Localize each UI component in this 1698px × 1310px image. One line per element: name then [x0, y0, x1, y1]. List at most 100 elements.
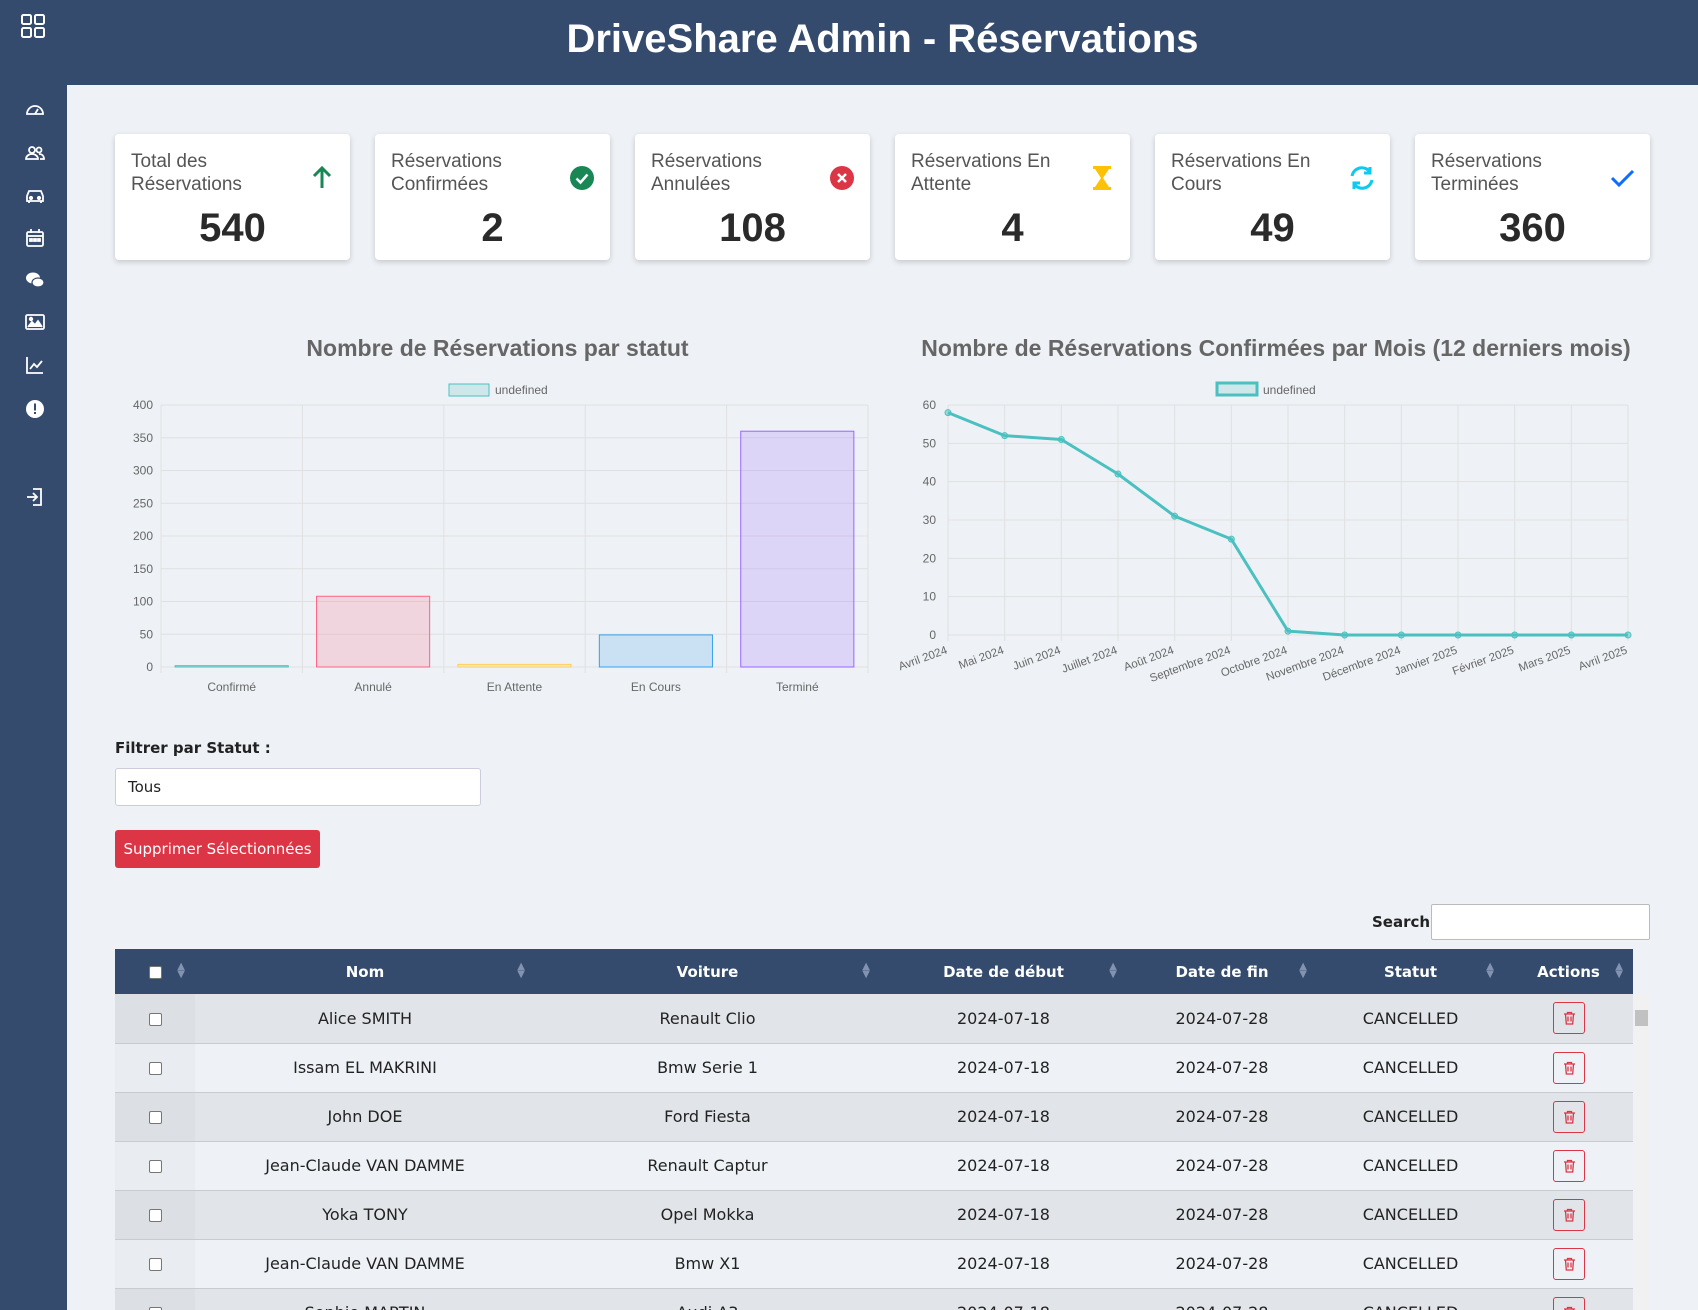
stat-value: 360	[1499, 206, 1566, 250]
data-point	[944, 409, 952, 417]
y-tick-label: 100	[133, 595, 153, 609]
chart-icon[interactable]	[24, 354, 46, 376]
delete-row-button[interactable]	[1552, 1002, 1585, 1035]
stat-label: Réservations Annulées	[651, 151, 762, 195]
delete-row-button[interactable]	[1552, 1051, 1585, 1084]
column-header-date-fin[interactable]: Date de fin ▲ ▼	[1127, 949, 1317, 994]
cell-nom: Jean-Claude VAN DAMME	[265, 1156, 465, 1175]
cell-date-debut: 2024-07-18	[957, 1205, 1050, 1224]
cell-voiture: Renault Clio	[659, 1008, 756, 1028]
grid-icon[interactable]	[20, 13, 46, 39]
sort-icon[interactable]: ▲ ▼	[1299, 962, 1307, 980]
check-icon	[1608, 164, 1636, 192]
cell-statut: CANCELLED	[1317, 1288, 1504, 1310]
y-tick-label: 250	[133, 496, 153, 510]
cell-nom: Issam EL MAKRINI	[293, 1058, 437, 1077]
data-point	[1397, 631, 1405, 639]
top-bar: DriveShare Admin - Réservations	[0, 0, 1698, 85]
cell-date-fin: 2024-07-28	[1127, 1288, 1317, 1310]
data-point	[1227, 535, 1235, 543]
dashboard-icon[interactable]	[24, 99, 46, 121]
x-tick-label: En Cours	[631, 680, 681, 694]
row-checkbox[interactable]	[148, 1012, 162, 1026]
calendar-icon[interactable]	[24, 227, 46, 249]
stat-card-total: Total des Réservations 540	[115, 134, 350, 260]
y-tick-label: 400	[133, 398, 153, 412]
line-chart-title: Nombre de Réservations Confirmées par Mo…	[921, 335, 1631, 361]
page-title: DriveShare Admin - Réservations	[566, 17, 1199, 61]
logout-icon[interactable]	[24, 486, 46, 508]
delete-selected-button[interactable]: Supprimer Sélectionnées	[115, 830, 320, 868]
row-checkbox[interactable]	[148, 1209, 162, 1222]
legend-label: undefined	[1263, 383, 1316, 397]
bar	[174, 665, 289, 668]
column-header-statut[interactable]: Statut ▲ ▼	[1317, 949, 1504, 994]
cell-date-fin: 2024-07-28	[1175, 1254, 1269, 1273]
chat-icon[interactable]	[24, 269, 46, 291]
cell-date-fin: 2024-07-28	[1175, 1058, 1269, 1077]
table-header: ▲ ▼ Nom ▲ ▼ Voiture ▲ ▼ Date de début ▲ ▼ Date …	[115, 949, 1633, 994]
car-icon[interactable]	[24, 184, 46, 206]
table-row: Alice SMITH Renault Clio 2024-07-18 2024…	[115, 994, 1633, 1043]
legend-swatch	[1215, 381, 1259, 397]
x-tick-label: Janvier 2025	[1393, 645, 1459, 679]
cell-date-debut: 2024-07-18	[957, 1008, 1050, 1028]
select-all-checkbox[interactable]	[148, 965, 162, 979]
column-label: Nom	[345, 962, 385, 981]
column-label: Date de début	[943, 962, 1064, 981]
cell-statut: CANCELLED	[1362, 1254, 1459, 1273]
users-icon[interactable]	[24, 142, 46, 164]
search-input[interactable]	[1431, 904, 1650, 940]
cell-voiture: Opel Mokka	[660, 1205, 755, 1224]
sort-icon[interactable]: ▲ ▼	[177, 962, 185, 980]
delete-row-button[interactable]	[1552, 1149, 1585, 1182]
sort-icon[interactable]: ▲ ▼	[1615, 962, 1623, 980]
scrollbar-thumb[interactable]	[1635, 1010, 1648, 1026]
legend-swatch	[448, 383, 490, 397]
select-all-header[interactable]: ▲ ▼	[115, 949, 195, 994]
stat-label: Total des Réservations	[131, 151, 242, 195]
stat-card-confirmed: Réservations Confirmées 2	[375, 134, 610, 260]
sort-icon[interactable]: ▲ ▼	[1486, 962, 1494, 980]
column-header-voiture[interactable]: Voiture ▲ ▼	[535, 949, 880, 994]
x-tick-label: Juillet 2024	[1060, 644, 1119, 675]
delete-row-button[interactable]	[1552, 1100, 1585, 1133]
cell-date-fin: 2024-07-28	[1175, 1008, 1269, 1028]
row-checkbox[interactable]	[148, 1258, 162, 1271]
delete-row-button[interactable]	[1552, 1198, 1585, 1231]
delete-row-button[interactable]	[1552, 1247, 1585, 1280]
row-checkbox[interactable]	[148, 1111, 162, 1124]
x-tick-label: Juin 2024	[1011, 644, 1063, 673]
row-checkbox[interactable]	[148, 1160, 162, 1173]
data-point	[1454, 631, 1462, 639]
column-header-nom[interactable]: Nom ▲ ▼	[195, 949, 535, 994]
y-tick-label: 30	[923, 513, 937, 527]
table-row: Jean-Claude VAN DAMME Bmw X1 2024-07-18 …	[115, 1239, 1633, 1288]
row-checkbox[interactable]	[148, 1062, 162, 1075]
trash-icon	[1563, 1159, 1575, 1173]
data-point	[1511, 631, 1519, 639]
table-row: Yoka TONY Opel Mokka 2024-07-18 2024-07-…	[115, 1190, 1633, 1239]
gallery-icon[interactable]	[24, 311, 46, 333]
sort-icon[interactable]: ▲ ▼	[517, 962, 525, 980]
alert-icon[interactable]	[24, 398, 46, 420]
x-tick-label: Avril 2024	[897, 644, 950, 673]
refresh-icon	[1348, 164, 1376, 192]
table-scrollbar[interactable]	[1633, 994, 1650, 1310]
x-tick-label: Février 2025	[1451, 645, 1516, 678]
cell-voiture: Bmw X1	[674, 1254, 741, 1273]
delete-row-button[interactable]	[1552, 1296, 1585, 1310]
filter-label: Filtrer par Statut :	[115, 739, 271, 757]
table-row: John DOE Ford Fiesta 2024-07-18 2024-07-…	[115, 1092, 1633, 1141]
sort-icon[interactable]: ▲ ▼	[1109, 962, 1117, 980]
stat-value: 2	[481, 206, 504, 250]
sort-icon[interactable]: ▲ ▼	[862, 962, 870, 980]
y-tick-label: 350	[133, 431, 153, 445]
column-header-date-debut[interactable]: Date de début ▲ ▼	[880, 949, 1127, 994]
column-header-actions[interactable]: Actions ▲ ▼	[1504, 949, 1633, 994]
status-filter-select[interactable]: Tous	[115, 768, 481, 806]
y-tick-label: 0	[146, 660, 153, 674]
cell-statut: CANCELLED	[1362, 1205, 1459, 1224]
x-tick-label: Annulé	[354, 680, 392, 694]
x-tick-label: En Attente	[487, 680, 543, 694]
